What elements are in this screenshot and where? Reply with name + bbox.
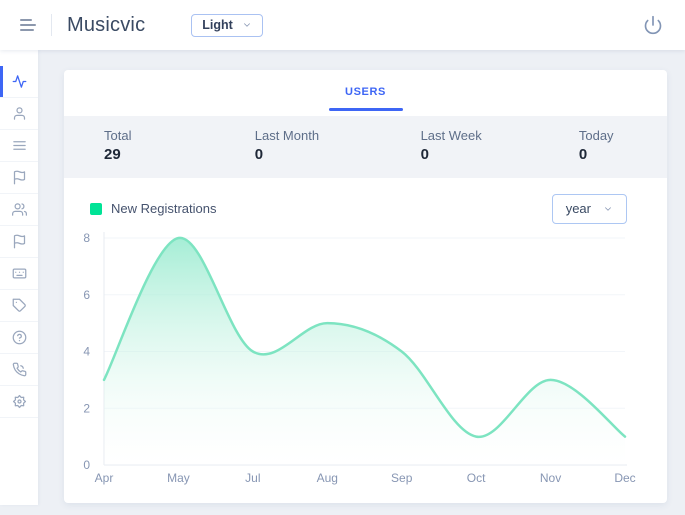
stat-today: Today 0 [539, 116, 667, 178]
stat-value: 0 [420, 146, 429, 163]
menu-icon[interactable] [18, 15, 38, 35]
svg-text:Oct: Oct [467, 471, 486, 485]
activity-icon [12, 75, 26, 88]
chart-section: New Registrations year 0 2 4 6 8 Apr May… [64, 178, 667, 488]
app-title: Musicvic [67, 13, 146, 36]
stat-last-week: Last Week 0 [381, 116, 539, 178]
phone-icon [12, 362, 26, 377]
stat-value: 0 [254, 146, 264, 163]
chart-header: New Registrations year [64, 178, 667, 224]
svg-text:Aug: Aug [317, 471, 338, 485]
tab-users-label: USERS [345, 86, 386, 98]
power-icon [644, 15, 662, 35]
sidebar-item-list-2[interactable] [0, 130, 38, 162]
sidebar-item-activity-0[interactable] [0, 66, 38, 98]
stat-value: 0 [578, 146, 588, 163]
stat-total: Total 29 [64, 116, 215, 178]
svg-text:6: 6 [83, 288, 90, 302]
power-button[interactable] [643, 15, 663, 35]
registrations-area-chart: 0 2 4 6 8 Apr May Jul Aug Sep Oct Nov Dec [83, 231, 635, 485]
sidebar-item-badge-10[interactable] [0, 386, 38, 418]
sidebar-item-user-1[interactable] [0, 98, 38, 130]
stat-label: Last Week [420, 128, 482, 143]
users-icon [11, 203, 27, 216]
stat-value: 29 [104, 146, 121, 163]
sidebar-item-phone-9[interactable] [0, 354, 38, 386]
help-icon [12, 330, 26, 345]
sidebar-item-tag-7[interactable] [0, 290, 38, 322]
stat-label: Today [578, 128, 614, 143]
tag-icon [12, 298, 26, 312]
sidebar-item-help-8[interactable] [0, 322, 38, 354]
chevron-down-icon [243, 23, 250, 27]
svg-text:8: 8 [83, 231, 90, 245]
sidebar-item-flag-5[interactable] [0, 226, 38, 258]
list-icon [12, 141, 26, 150]
range-selector[interactable]: year [551, 193, 627, 224]
user-icon [13, 107, 25, 120]
stat-label: Total [104, 128, 132, 143]
svg-text:4: 4 [83, 345, 90, 359]
sidebar-item-flag-3[interactable] [0, 162, 38, 194]
svg-text:Sep: Sep [391, 471, 413, 485]
stat-last-month: Last Month 0 [215, 116, 381, 178]
svg-text:2: 2 [83, 401, 90, 415]
svg-text:May: May [167, 471, 190, 485]
tab-users[interactable]: USERS [328, 70, 403, 111]
stat-label: Last Month [254, 128, 320, 143]
theme-selector-value: Light [202, 18, 233, 32]
svg-text:Nov: Nov [540, 471, 561, 485]
svg-text:0: 0 [83, 458, 90, 472]
theme-selector[interactable]: Light [191, 13, 263, 37]
app-header: Musicvic Light [0, 0, 685, 50]
svg-text:Dec: Dec [614, 471, 635, 485]
chart-legend: New Registrations [90, 201, 217, 216]
sidebar [0, 50, 38, 505]
tab-active-underline [328, 108, 403, 111]
tabs-row: USERS [64, 70, 667, 116]
flag-icon [13, 234, 25, 249]
legend-label: New Registrations [111, 201, 217, 216]
chevron-down-icon [605, 206, 611, 211]
keyboard-icon [12, 268, 26, 279]
range-selector-value: year [565, 201, 591, 216]
sidebar-item-users-4[interactable] [0, 194, 38, 226]
stats-row: Total 29 Last Month 0 Last Week 0 Today 0 [64, 116, 667, 178]
chart-wrap: 0 2 4 6 8 Apr May Jul Aug Sep Oct Nov Dec [64, 226, 667, 488]
svg-text:Jul: Jul [245, 471, 260, 485]
svg-text:Apr: Apr [95, 471, 114, 485]
flag-icon [13, 170, 25, 185]
badge-icon [12, 394, 26, 409]
legend-marker-icon [90, 202, 102, 215]
header-divider [51, 14, 52, 36]
sidebar-item-keyboard-6[interactable] [0, 258, 38, 290]
users-panel: USERS Total 29 Last Month 0 Last Week 0 Today 0… [64, 70, 667, 503]
